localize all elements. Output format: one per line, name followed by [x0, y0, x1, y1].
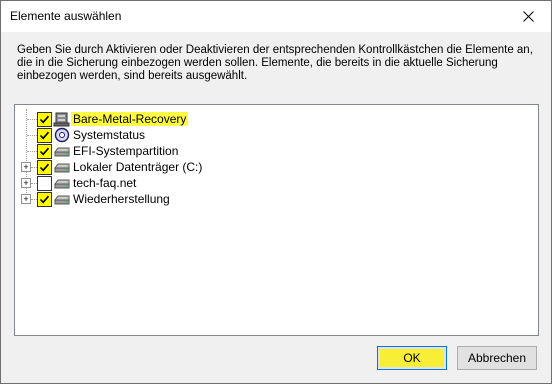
- tree-item-label: EFI-Systempartition: [73, 144, 179, 158]
- dialog-window: Elemente auswählen Geben Sie durch Aktiv…: [0, 0, 552, 384]
- tree-item-label: Bare-Metal-Recovery: [71, 112, 189, 126]
- drive-icon: [54, 195, 70, 205]
- tree-item-lokaler-datentraeger[interactable]: + Lokaler Datenträger (C:): [15, 159, 315, 175]
- checkmark-icon: [39, 131, 50, 140]
- cancel-button[interactable]: Abbrechen: [457, 346, 537, 370]
- checkbox-efi-systempartition[interactable]: [37, 144, 52, 159]
- checkbox-systemstatus[interactable]: [37, 128, 52, 143]
- checkbox-bare-metal-recovery[interactable]: [37, 112, 52, 127]
- tree-connector: [27, 151, 37, 152]
- checkbox-tech-faq[interactable]: [37, 176, 52, 191]
- drive-icon: [54, 147, 70, 157]
- checkmark-icon: [39, 115, 50, 124]
- checkmark-icon: [39, 195, 50, 204]
- expand-toggle[interactable]: +: [21, 178, 31, 188]
- tree-item-bare-metal-recovery[interactable]: Bare-Metal-Recovery: [15, 111, 315, 127]
- ok-button[interactable]: OK: [377, 346, 447, 370]
- tree-item-label: Lokaler Datenträger (C:): [73, 160, 203, 174]
- tree-item-label: Wiederherstellung: [73, 192, 170, 206]
- ok-button-label: OK: [380, 349, 444, 367]
- tree-item-systemstatus[interactable]: Systemstatus: [15, 127, 315, 143]
- window-title: Elemente auswählen: [10, 9, 122, 23]
- close-button[interactable]: [505, 1, 551, 32]
- checkbox-lokaler-datentraeger[interactable]: [37, 160, 52, 175]
- expand-toggle[interactable]: +: [21, 194, 31, 204]
- title-bar: Elemente auswählen: [1, 1, 551, 32]
- drive-icon: [54, 179, 70, 189]
- tree-connector: [27, 119, 37, 120]
- server-icon: [53, 112, 70, 127]
- items-tree-view[interactable]: Bare-Metal-Recovery Systemstatus EFI-Sys…: [14, 104, 539, 336]
- tree-connector: [27, 135, 37, 136]
- expand-toggle[interactable]: +: [21, 162, 31, 172]
- checkmark-icon: [39, 163, 50, 172]
- drive-icon: [54, 163, 70, 173]
- tree-item-tech-faq[interactable]: + tech-faq.net: [15, 175, 315, 191]
- close-icon: [522, 11, 534, 22]
- system-state-icon: [54, 127, 70, 143]
- tree-item-label: tech-faq.net: [73, 176, 137, 190]
- instruction-text: Geben Sie durch Aktivieren oder Deaktivi…: [17, 44, 533, 82]
- tree-item-label: Systemstatus: [73, 128, 146, 142]
- tree-item-wiederherstellung[interactable]: + Wiederherstellung: [15, 191, 315, 207]
- checkbox-wiederherstellung[interactable]: [37, 192, 52, 207]
- tree-item-efi-systempartition[interactable]: EFI-Systempartition: [15, 143, 315, 159]
- checkmark-icon: [39, 147, 50, 156]
